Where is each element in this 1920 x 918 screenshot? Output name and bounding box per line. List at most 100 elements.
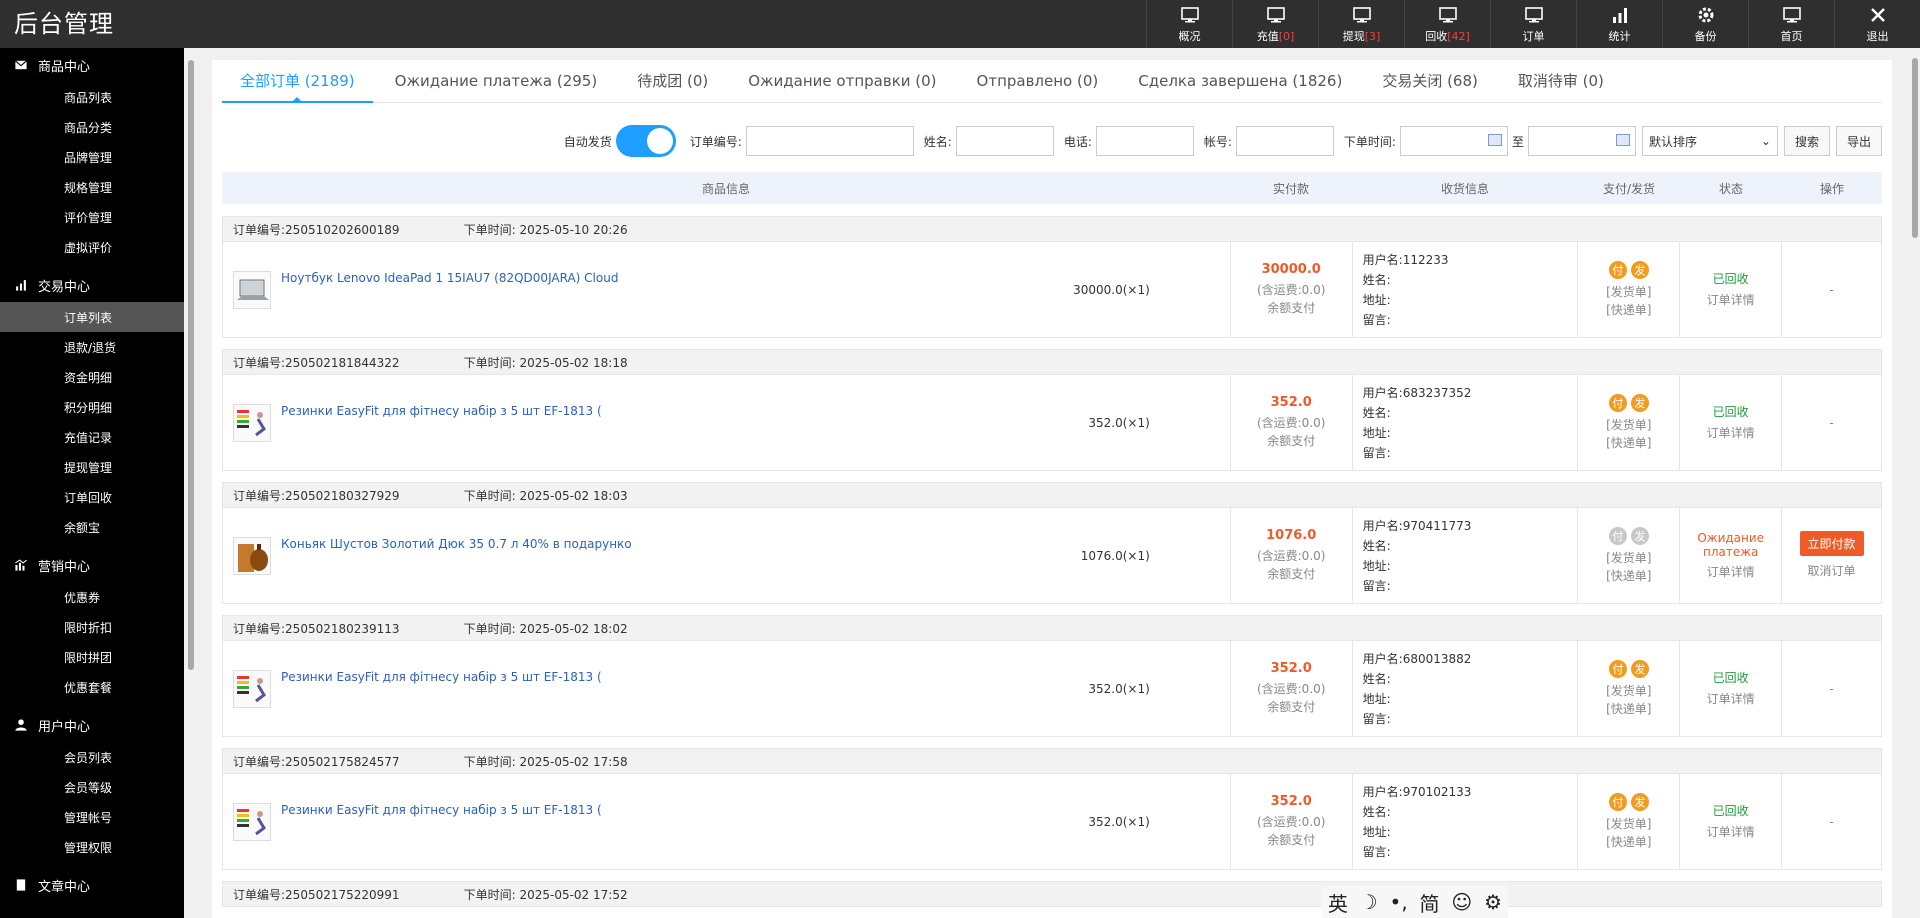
calendar-icon[interactable] <box>1615 134 1630 146</box>
sidebar-item[interactable]: 会员列表 <box>0 742 184 772</box>
sidebar-item[interactable]: 优惠券 <box>0 582 184 612</box>
name-input[interactable] <box>955 126 1054 156</box>
tab-2[interactable]: 待成团 (0) <box>619 60 726 103</box>
calendar-icon[interactable] <box>1487 134 1502 146</box>
product-name-link[interactable]: Ноутбук Lenovo IdeaPad 1 15IAU7 (82QD00J… <box>281 271 618 285</box>
tab-7[interactable]: 取消待审 (0) <box>1500 60 1622 103</box>
ship-doc-link[interactable]: [发货单] <box>1606 682 1651 700</box>
sidebar-scrollbar[interactable] <box>186 48 196 918</box>
sort-select[interactable]: 默认排序 ⌄ <box>1641 126 1778 156</box>
topnav-8[interactable]: 退出 <box>1834 0 1920 48</box>
ship-doc-link[interactable]: [发货单] <box>1606 815 1651 833</box>
express-doc-link[interactable]: [快递单] <box>1606 833 1651 851</box>
sidebar-item[interactable]: 商品分类 <box>0 112 184 142</box>
ship-doc-link[interactable]: [发货单] <box>1606 549 1651 567</box>
express-doc-link[interactable]: [快递单] <box>1606 567 1651 585</box>
product-thumbnail[interactable] <box>233 536 271 575</box>
receiver-address: 地址: <box>1362 292 1391 307</box>
topnav-4[interactable]: 订单 <box>1490 0 1576 48</box>
product-info: Ноутбук Lenovo IdeaPad 1 15IAU7 (82QD00J… <box>223 242 1230 337</box>
end-date-input[interactable] <box>1527 126 1636 156</box>
order-header: 订单编号:250502175824577 下单时间: 2025-05-02 17:… <box>222 748 1882 774</box>
sidebar-item[interactable]: 退款/退货 <box>0 332 184 362</box>
topnav-6[interactable]: 备份 <box>1662 0 1748 48</box>
topnav-1[interactable]: 充值[0] <box>1232 0 1318 48</box>
export-button[interactable]: 导出 <box>1835 126 1882 156</box>
order-detail-link[interactable]: 订单详情 <box>1707 291 1755 309</box>
topnav-2[interactable]: 提现[3] <box>1318 0 1404 48</box>
product-name-link[interactable]: Резинки EasyFit для фітнесу набір з 5 шт… <box>281 803 602 817</box>
ime-button[interactable]: ⚙ <box>1484 890 1502 914</box>
order-detail-link[interactable]: 订单详情 <box>1707 563 1755 581</box>
sidebar-item[interactable]: 订单回收 <box>0 482 184 512</box>
product-thumbnail-image <box>237 409 266 436</box>
order-no-input[interactable] <box>745 126 914 156</box>
order-detail-link[interactable]: 订单详情 <box>1707 823 1755 841</box>
topnav-0[interactable]: 概况 <box>1146 0 1232 48</box>
product-thumbnail[interactable] <box>233 669 271 708</box>
sidebar-item[interactable]: 余额宝 <box>0 512 184 542</box>
sidebar-item[interactable]: 评价管理 <box>0 202 184 232</box>
sidebar-section-2[interactable]: 营销中心 <box>0 548 184 582</box>
page-scrollbar[interactable] <box>1910 48 1920 918</box>
product-name-link[interactable]: Коньяк Шустов Золотий Дюк 35 0.7 л 40% в… <box>281 537 632 551</box>
sidebar-item[interactable]: 规格管理 <box>0 172 184 202</box>
express-doc-link[interactable]: [快递单] <box>1606 301 1651 319</box>
sidebar-item[interactable]: 提现管理 <box>0 452 184 482</box>
product-thumbnail[interactable] <box>233 270 271 309</box>
ime-button[interactable]: ☺ <box>1451 890 1472 914</box>
topnav-5[interactable]: 统计 <box>1576 0 1662 48</box>
sidebar-item[interactable]: 订单列表 <box>0 302 184 332</box>
express-doc-link[interactable]: [快递单] <box>1606 700 1651 718</box>
ship-doc-link[interactable]: [发货单] <box>1606 283 1651 301</box>
search-button[interactable]: 搜索 <box>1783 126 1830 156</box>
sidebar-section-1[interactable]: 交易中心 <box>0 268 184 302</box>
username-label: 用户名: <box>1362 784 1403 799</box>
sidebar-item[interactable]: 管理权限 <box>0 832 184 862</box>
tab-3[interactable]: Ожидание отправки (0) <box>730 60 954 103</box>
ime-button[interactable]: •, <box>1390 890 1408 914</box>
sidebar-item[interactable]: 商品列表 <box>0 82 184 112</box>
sidebar-section-3[interactable]: 用户中心 <box>0 708 184 742</box>
topnav-text: 备份 <box>1694 29 1717 43</box>
ship-doc-link[interactable]: [发货单] <box>1606 416 1651 434</box>
phone-label: 电话: <box>1063 134 1092 149</box>
sidebar-item[interactable]: 资金明细 <box>0 362 184 392</box>
pay-now-button[interactable]: 立即付款 <box>1799 531 1864 556</box>
sidebar-item[interactable]: 管理帐号 <box>0 802 184 832</box>
product-name-link[interactable]: Резинки EasyFit для фітнесу набір з 5 шт… <box>281 670 602 684</box>
topnav-7[interactable]: 首页 <box>1748 0 1834 48</box>
topnav-3[interactable]: 回收[42] <box>1404 0 1490 48</box>
ime-button[interactable]: 简 <box>1420 888 1440 917</box>
monitor-icon <box>1782 6 1801 22</box>
express-doc-link[interactable]: [快递单] <box>1606 434 1651 452</box>
start-date-input[interactable] <box>1399 126 1508 156</box>
ime-button[interactable]: ☽ <box>1360 890 1378 914</box>
product-thumbnail[interactable] <box>233 802 271 841</box>
sidebar-item[interactable]: 充值记录 <box>0 422 184 452</box>
tab-1[interactable]: Ожидание платежа (295) <box>377 60 616 103</box>
sidebar-item[interactable]: 优惠套餐 <box>0 672 184 702</box>
order-detail-link[interactable]: 订单详情 <box>1707 690 1755 708</box>
tab-5[interactable]: Сделка завершена (1826) <box>1120 60 1360 103</box>
tab-0[interactable]: 全部订单 (2189) <box>222 60 373 103</box>
account-input[interactable] <box>1235 126 1334 156</box>
cancel-order-link[interactable]: 取消订单 <box>1808 562 1856 580</box>
sidebar-item[interactable]: 限时拼团 <box>0 642 184 672</box>
sidebar-item[interactable]: 虚拟评价 <box>0 232 184 262</box>
auto-ship-toggle[interactable] <box>615 125 676 157</box>
order-status: 已回收 <box>1712 405 1749 419</box>
sidebar-section-4[interactable]: 文章中心 <box>0 868 184 902</box>
ime-button[interactable]: 英 <box>1328 888 1348 917</box>
phone-input[interactable] <box>1095 126 1194 156</box>
sidebar-item[interactable]: 限时折扣 <box>0 612 184 642</box>
sidebar-item[interactable]: 会员等级 <box>0 772 184 802</box>
sidebar-section-0[interactable]: 商品中心 <box>0 48 184 82</box>
order-detail-link[interactable]: 订单详情 <box>1707 424 1755 442</box>
sidebar-item[interactable]: 品牌管理 <box>0 142 184 172</box>
product-thumbnail[interactable] <box>233 403 271 442</box>
tab-6[interactable]: 交易关闭 (68) <box>1364 60 1496 103</box>
product-name-link[interactable]: Резинки EasyFit для фітнесу набір з 5 шт… <box>281 404 602 418</box>
tab-4[interactable]: Отправлено (0) <box>959 60 1117 103</box>
sidebar-item[interactable]: 积分明细 <box>0 392 184 422</box>
